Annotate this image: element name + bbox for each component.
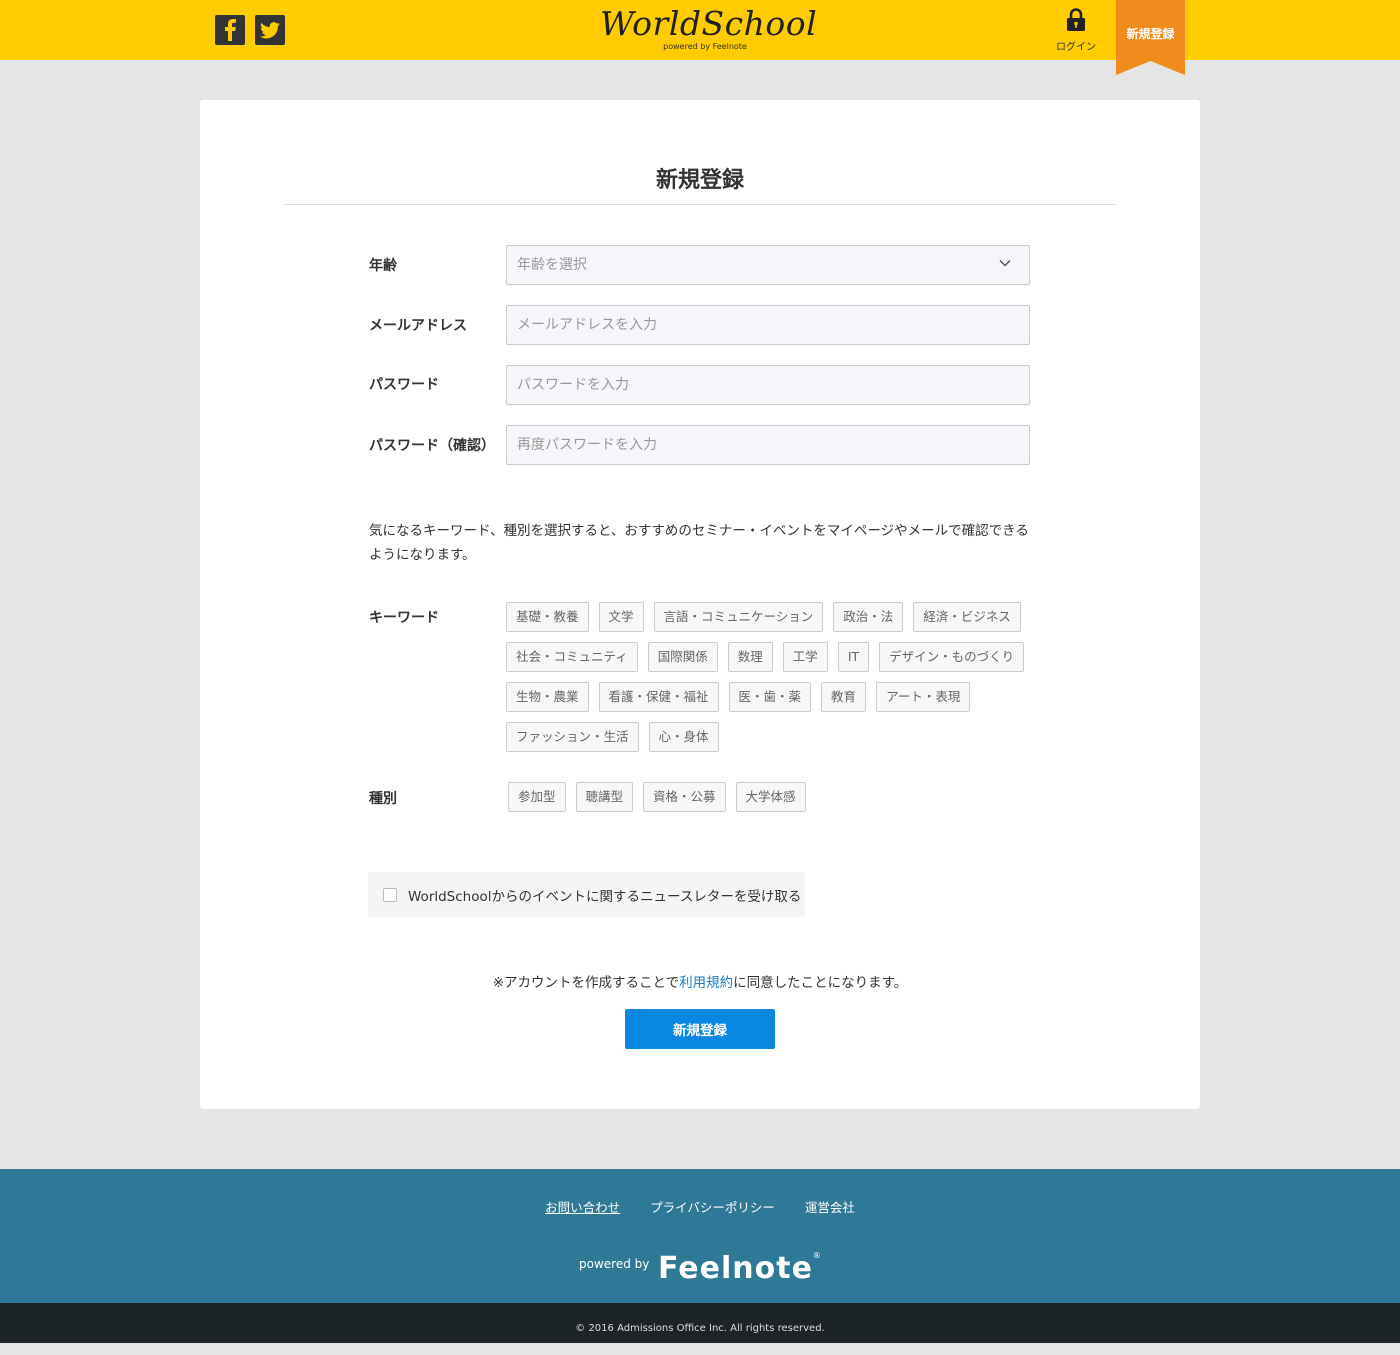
keyword-tag[interactable]: 国際関係	[647, 642, 718, 672]
site-footer: お問い合わせ プライバシーポリシー 運営会社 powered by Feelno…	[0, 1169, 1400, 1303]
keyword-tag[interactable]: 経済・ビジネス	[913, 602, 1021, 632]
keyword-tag[interactable]: 言語・コミュニケーション	[653, 602, 824, 632]
password-confirm-label: パスワード（確認）	[369, 438, 495, 454]
keyword-tag[interactable]: 教育	[821, 682, 867, 712]
login-button[interactable]: ログイン	[1052, 8, 1100, 53]
terms-suffix: に同意したことになります。	[733, 975, 908, 991]
keyword-tag[interactable]: IT	[837, 642, 870, 672]
page-title: 新規登録	[655, 168, 744, 193]
feelnote-logo[interactable]: Feelnote®	[658, 1251, 822, 1286]
age-label: 年齢	[369, 258, 397, 274]
keyword-tag[interactable]: 心・身体	[648, 722, 719, 752]
newsletter-label: WorldSchoolからのイベントに関するニュースレターを受け取る	[408, 888, 802, 905]
age-select[interactable]: 年齢を選択	[506, 245, 1030, 285]
worldschool-logo[interactable]: WorldSchool powered by Feelnote	[600, 4, 818, 56]
logo-text: WorldSchool	[600, 4, 818, 43]
keyword-tag[interactable]: 社会・コミュニティ	[506, 642, 638, 672]
login-label: ログイン	[1056, 42, 1096, 53]
type-tag[interactable]: 参加型	[508, 782, 566, 812]
footer-link-company[interactable]: 運営会社	[805, 1200, 855, 1215]
footer-links: お問い合わせ プライバシーポリシー 運営会社	[0, 1197, 1400, 1216]
site-header: WorldSchool powered by Feelnote ログイン 新規登…	[0, 0, 1400, 75]
newsletter-option[interactable]: WorldSchoolからのイベントに関するニュースレターを受け取る	[368, 872, 805, 917]
age-select-value: 年齢を選択	[517, 257, 587, 273]
powered-by-label: powered by	[579, 1257, 650, 1271]
lock-icon	[1067, 8, 1085, 31]
keywords-label: キーワード	[369, 610, 439, 626]
interest-description: 気になるキーワード、種別を選択すると、おすすめのセミナー・イベントをマイページや…	[369, 523, 1029, 563]
keyword-tag[interactable]: 数理	[727, 642, 773, 672]
feelnote-logo-text: Feelnote	[658, 1251, 813, 1286]
types-label: 種別	[369, 791, 397, 807]
facebook-icon[interactable]	[215, 15, 245, 45]
keyword-tag[interactable]: 医・歯・薬	[728, 682, 812, 712]
type-tag-list: 参加型 聴講型 資格・公募 大学体感	[508, 782, 1048, 822]
type-tag[interactable]: 大学体感	[735, 782, 806, 812]
password-label: パスワード	[369, 377, 439, 393]
email-field[interactable]	[506, 305, 1030, 345]
title-divider	[285, 204, 1115, 205]
register-ribbon-label: 新規登録	[1126, 27, 1175, 41]
keyword-tag[interactable]: 文学	[598, 602, 644, 632]
keyword-tag-list: 基礎・教養 文学 言語・コミュニケーション 政治・法 経済・ビジネス 社会・コミ…	[506, 602, 1046, 762]
keyword-tag[interactable]: 基礎・教養	[506, 602, 589, 632]
register-submit-button[interactable]: 新規登録	[625, 1009, 775, 1049]
keyword-tag[interactable]: デザイン・ものづくり	[879, 642, 1025, 672]
copyright: © 2016 Admissions Office Inc. All rights…	[0, 1303, 1400, 1343]
type-tag[interactable]: 資格・公募	[643, 782, 726, 812]
password-field[interactable]	[506, 365, 1030, 405]
keyword-tag[interactable]: 工学	[782, 642, 828, 672]
email-label: メールアドレス	[369, 318, 467, 334]
keyword-tag[interactable]: 看護・保健・福祉	[598, 682, 719, 712]
footer-link-privacy[interactable]: プライバシーポリシー	[650, 1200, 775, 1215]
keyword-tag[interactable]: アート・表現	[876, 682, 971, 712]
terms-notice: ※アカウントを作成することで利用規約に同意したことになります。	[0, 971, 1400, 991]
keyword-tag[interactable]: 政治・法	[833, 602, 904, 632]
newsletter-checkbox[interactable]	[383, 887, 397, 902]
registered-mark: ®	[812, 1251, 822, 1260]
footer-link-contact[interactable]: お問い合わせ	[545, 1200, 620, 1215]
keyword-tag[interactable]: 生物・農業	[506, 682, 589, 712]
register-ribbon-button[interactable]: 新規登録	[1116, 0, 1185, 75]
chevron-down-icon	[999, 259, 1011, 267]
password-confirm-field[interactable]	[506, 425, 1030, 465]
twitter-icon[interactable]	[255, 15, 285, 45]
terms-prefix: ※アカウントを作成することで	[492, 975, 680, 991]
keyword-tag[interactable]: ファッション・生活	[506, 722, 639, 752]
type-tag[interactable]: 聴講型	[575, 782, 634, 812]
terms-link[interactable]: 利用規約	[679, 975, 733, 991]
